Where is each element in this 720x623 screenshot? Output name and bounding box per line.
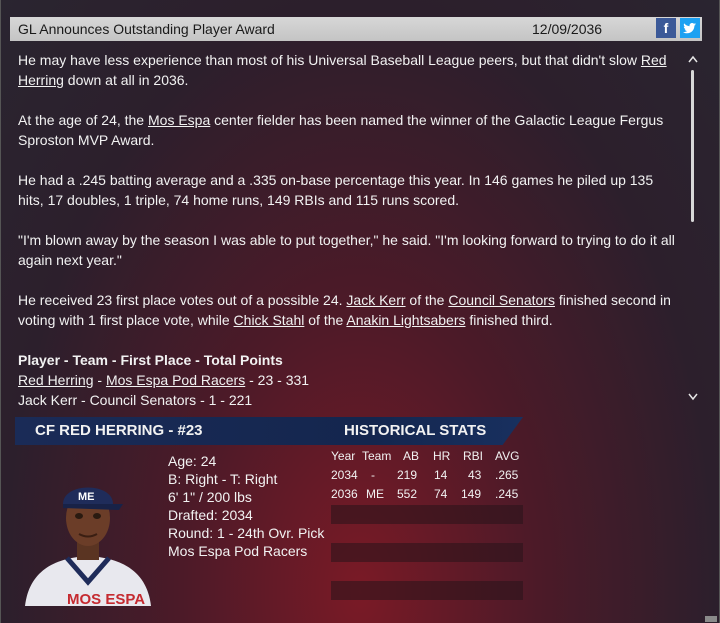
- player-drafted: Drafted: 2034: [168, 507, 253, 523]
- votes-row: Red Herring - Mos Espa Pod Racers - 23 -…: [18, 372, 310, 388]
- player-name-number[interactable]: CF RED HERRING - #23: [35, 422, 203, 439]
- stats-header-row: Year Team AB HR RBI AVG: [331, 447, 523, 466]
- player-banner: CF RED HERRING - #23 HISTORICAL STATS: [15, 417, 523, 445]
- article-paragraph: He had a .245 batting average and a .335…: [18, 172, 654, 208]
- table-row: 2034 - 219 14 43 .265: [331, 468, 519, 482]
- stats-col-team: Team: [362, 449, 392, 463]
- player-team[interactable]: Mos Espa Pod Racers: [168, 542, 324, 560]
- historical-stats-title: HISTORICAL STATS: [344, 422, 487, 439]
- historical-stats-table: Year Team AB HR RBI AVG 2034 - 219 14 43…: [331, 447, 523, 605]
- article-paragraph: At the age of 24, the Mos Espa center fi…: [18, 112, 664, 148]
- article-paragraph: He received 23 first place votes out of …: [18, 292, 671, 328]
- stats-col-avg: AVG: [495, 449, 520, 463]
- empty-stats-row: [331, 505, 523, 524]
- scroll-down-icon[interactable]: [685, 388, 701, 404]
- article-title: GL Announces Outstanding Player Award: [18, 21, 275, 37]
- resize-grip[interactable]: [705, 616, 717, 622]
- article-title-bar: GL Announces Outstanding Player Award 12…: [10, 17, 702, 41]
- player-link-chick-stahl[interactable]: Chick Stahl: [234, 312, 305, 328]
- votes-row: Jack Kerr - Council Senators - 1 - 221: [18, 392, 253, 408]
- news-window: GL Announces Outstanding Player Award 12…: [0, 0, 720, 623]
- player-portrait: MOS ESPA ME: [15, 460, 161, 608]
- player-link-red-herring[interactable]: Red Herring: [18, 372, 93, 388]
- player-bats-throws: B: Right - T: Right: [168, 471, 278, 487]
- svg-text:ME: ME: [78, 491, 95, 503]
- article-date: 12/09/2036: [532, 21, 603, 37]
- empty-stats-row: [331, 543, 523, 562]
- scroll-up-icon[interactable]: [685, 52, 701, 68]
- scrollbar-thumb[interactable]: [691, 70, 694, 222]
- team-link-council-senators[interactable]: Council Senators: [448, 292, 555, 308]
- player-draft-round: Round: 1 - 24th Ovr. Pick: [168, 525, 325, 541]
- player-bio: Age: 24 B: Right - T: Right 6' 1" / 200 …: [168, 452, 324, 560]
- player-age: Age: 24: [168, 453, 217, 469]
- empty-stats-row: [331, 562, 523, 581]
- team-link-mos-espa[interactable]: Mos Espa: [148, 112, 210, 128]
- player-link-jack-kerr[interactable]: Jack Kerr: [346, 292, 405, 308]
- article-paragraph: He may have less experience than most of…: [18, 52, 667, 88]
- votes-table-header: Player - Team - First Place - Total Poin…: [18, 352, 283, 368]
- team-link-mos-espa-pod-racers[interactable]: Mos Espa Pod Racers: [106, 372, 245, 388]
- stats-col-year: Year: [331, 449, 356, 463]
- twitter-icon[interactable]: [680, 18, 700, 38]
- article-paragraph: "I'm blown away by the season I was able…: [18, 232, 675, 268]
- team-link-anakin-lightsabers[interactable]: Anakin Lightsabers: [346, 312, 465, 328]
- stats-col-hr: HR: [433, 449, 451, 463]
- facebook-icon[interactable]: f: [656, 18, 676, 38]
- stats-col-ab: AB: [403, 449, 420, 463]
- empty-stats-row: [331, 524, 523, 543]
- svg-text:MOS ESPA: MOS ESPA: [67, 591, 145, 606]
- table-row: 2036 ME 552 74 149 .245: [331, 487, 519, 501]
- player-height-weight: 6' 1" / 200 lbs: [168, 489, 252, 505]
- article-body: He may have less experience than most of…: [18, 50, 678, 412]
- stats-col-rbi: RBI: [463, 449, 484, 463]
- empty-stats-row: [331, 581, 523, 600]
